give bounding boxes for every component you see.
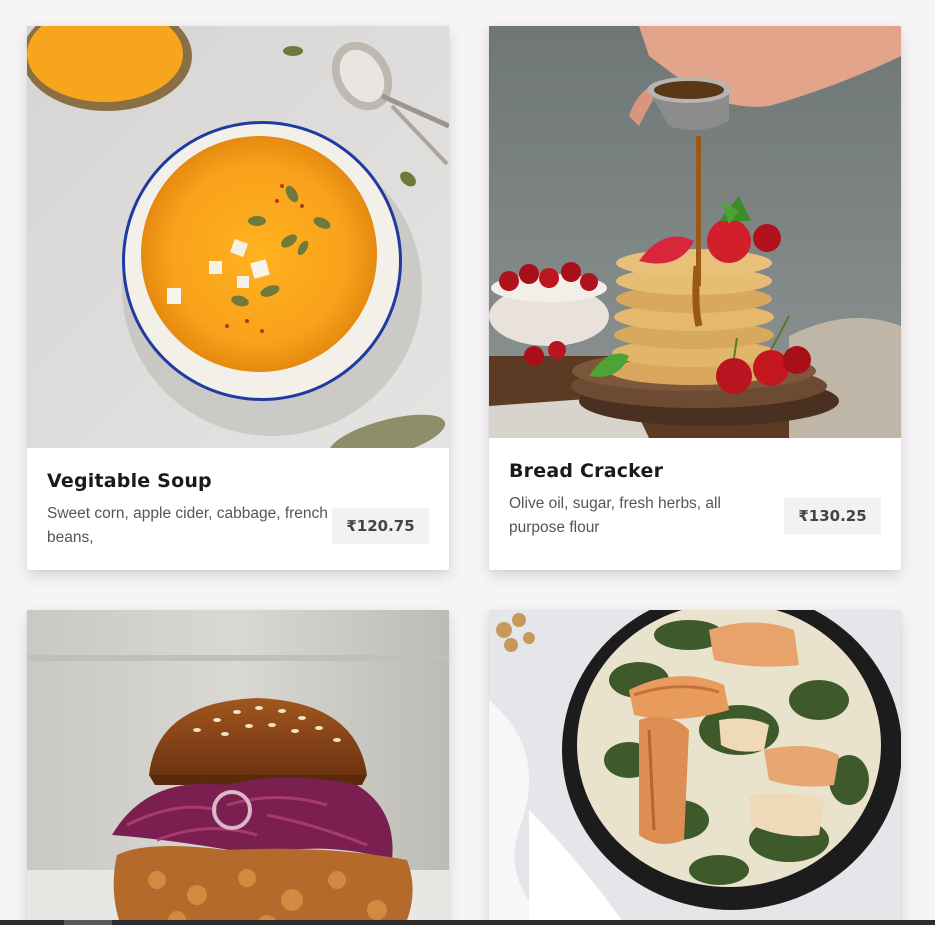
price-badge: ₹120.75 [332,508,429,544]
soup-bowl-photo [27,26,449,448]
item-description: Sweet corn, apple cider, cabbage, french… [47,505,328,546]
menu-card-vegitable-soup[interactable]: Vegitable Soup Sweet corn, apple cider, … [27,26,449,570]
menu-page: Vegitable Soup Sweet corn, apple cider, … [0,0,935,925]
fish-skillet-photo [489,610,901,925]
horizontal-scrollbar[interactable] [0,920,935,925]
scrollbar-thumb[interactable] [64,920,112,925]
item-title[interactable]: Bread Cracker [509,460,663,482]
menu-card-bread-cracker[interactable]: Bread Cracker Olive oil, sugar, fresh he… [489,26,901,570]
menu-card-burger[interactable] [27,610,449,925]
item-title[interactable]: Vegitable Soup [47,470,212,492]
item-description: Olive oil, sugar, fresh herbs, all purpo… [509,495,721,536]
menu-card-fish-skillet[interactable] [489,610,901,925]
price-badge: ₹130.25 [784,498,881,534]
burger-photo [27,610,449,925]
pancake-stack-photo [489,26,901,438]
